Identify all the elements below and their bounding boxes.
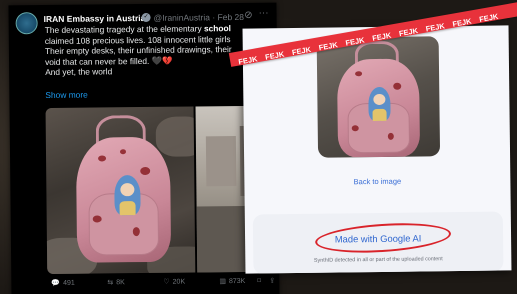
avatar[interactable] — [15, 12, 38, 35]
heart-icon: ♡ — [163, 278, 170, 286]
verified-badge-icon: ✓ — [141, 12, 151, 23]
synthid-note: SynthID detected in all or part of the u… — [313, 256, 443, 264]
share-button[interactable]: ⇪ — [269, 277, 275, 285]
reply-icon: 💬 — [51, 279, 61, 287]
synthid-result-card: Made with Google AI SynthID detected in … — [252, 211, 504, 274]
repost-button[interactable]: ⇆ 8K — [107, 278, 125, 286]
more-options-icon[interactable]: ··· — [258, 8, 268, 19]
tweet-actions: 💬 491 ⇆ 8K ♡ 20K ▥ 873K ⌑ ⇪ — [51, 277, 277, 291]
views-icon: ▥ — [219, 278, 227, 286]
views-button[interactable]: ▥ 873K — [219, 277, 245, 285]
bookmark-icon: ⌑ — [257, 277, 261, 285]
author-handle-date[interactable]: @IraninAustria · Feb 28 — [154, 12, 244, 23]
tweet-line: And yet, the world — [45, 66, 113, 78]
red-circle-annotation — [314, 219, 452, 257]
uploaded-image-preview[interactable] — [316, 36, 441, 158]
share-icon: ⇪ — [269, 277, 276, 285]
tweet-photo-backpack[interactable] — [45, 106, 196, 275]
like-button[interactable]: ♡ 20K — [163, 278, 185, 286]
repost-icon: ⇆ — [107, 279, 114, 287]
backpack-image — [331, 40, 427, 158]
author-name[interactable]: IRAN Embassy in Austria — [44, 13, 146, 24]
reply-button[interactable]: 💬 491 — [51, 279, 74, 287]
backpack-image — [68, 114, 180, 266]
synthid-result-panel: Back to image Made with Google AI SynthI… — [242, 25, 512, 274]
tweet-card[interactable]: IRAN Embassy in Austria ✓ @IraninAustria… — [8, 2, 280, 294]
grok-icon[interactable]: ⊘ — [244, 10, 253, 21]
show-more-link[interactable]: Show more — [45, 90, 87, 100]
bookmark-button[interactable]: ⌑ — [257, 277, 261, 285]
back-to-image-link[interactable]: Back to image — [244, 175, 510, 187]
